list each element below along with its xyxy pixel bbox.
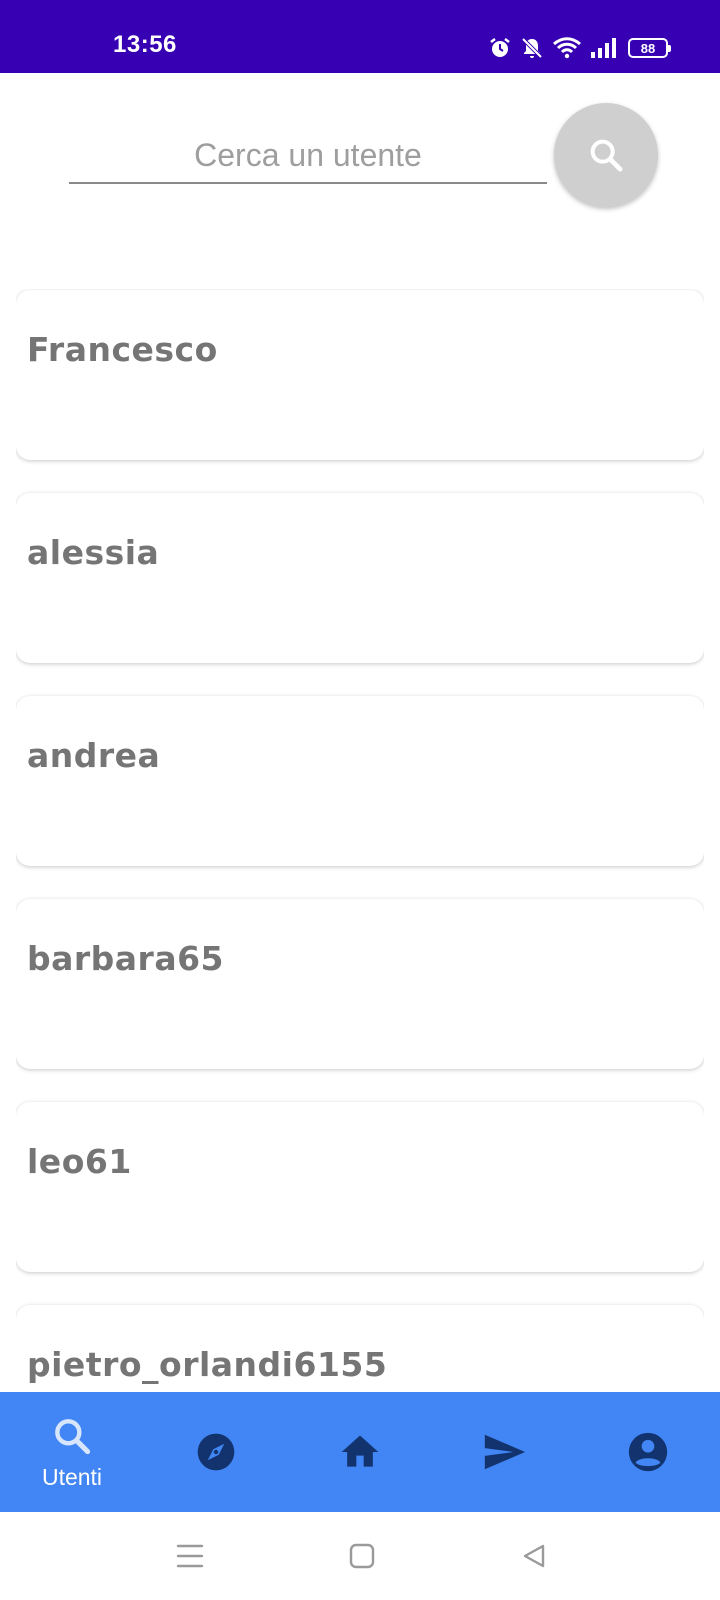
back-triangle-icon — [523, 1544, 545, 1568]
nav-label-utenti: Utenti — [41, 1463, 103, 1490]
user-name: pietro_orlandi6155 — [27, 1345, 388, 1384]
user-name: andrea — [27, 736, 161, 775]
user-name: alessia — [27, 533, 160, 572]
recents-button[interactable] — [160, 1532, 220, 1580]
notifications-off-icon — [521, 37, 543, 59]
user-card[interactable]: barbara65 — [16, 899, 704, 1069]
square-icon — [349, 1543, 375, 1569]
system-navigation-bar — [0, 1512, 720, 1600]
menu-icon — [176, 1544, 204, 1568]
user-name: barbara65 — [27, 939, 225, 978]
status-icons: 88 — [488, 35, 671, 61]
send-icon — [484, 1434, 526, 1470]
status-bar: 13:56 88 — [0, 0, 720, 73]
nav-item-home[interactable] — [288, 1392, 432, 1512]
search-input[interactable] — [69, 128, 547, 184]
nav-item-messages[interactable] — [432, 1392, 576, 1512]
user-name: Francesco — [27, 330, 218, 369]
search-icon — [55, 1418, 91, 1454]
back-button[interactable] — [504, 1532, 564, 1580]
alarm-icon — [490, 38, 510, 57]
nav-item-explore[interactable] — [144, 1392, 288, 1512]
user-list[interactable]: Francesco alessia andrea barbara65 leo61… — [16, 289, 704, 1392]
bottom-navigation: Utenti — [0, 1392, 720, 1512]
user-name: leo61 — [27, 1142, 132, 1181]
home-icon — [341, 1435, 379, 1467]
compass-icon — [197, 1433, 235, 1471]
nav-item-utenti[interactable]: Utenti — [0, 1392, 144, 1512]
user-card[interactable]: alessia — [16, 493, 704, 663]
battery-level: 88 — [640, 40, 656, 56]
signal-icon — [591, 38, 616, 58]
user-card[interactable]: pietro_orlandi6155 — [16, 1305, 704, 1392]
battery-indicator: 88 — [628, 38, 671, 58]
home-system-button[interactable] — [332, 1532, 392, 1580]
wifi-icon — [553, 37, 581, 59]
search-icon — [590, 139, 623, 172]
user-card[interactable]: andrea — [16, 696, 704, 866]
search-button[interactable] — [554, 103, 658, 207]
account-circle-icon — [628, 1432, 668, 1472]
user-card[interactable]: Francesco — [16, 290, 704, 460]
status-time: 13:56 — [113, 31, 177, 58]
user-card[interactable]: leo61 — [16, 1102, 704, 1272]
nav-item-profile[interactable] — [576, 1392, 720, 1512]
